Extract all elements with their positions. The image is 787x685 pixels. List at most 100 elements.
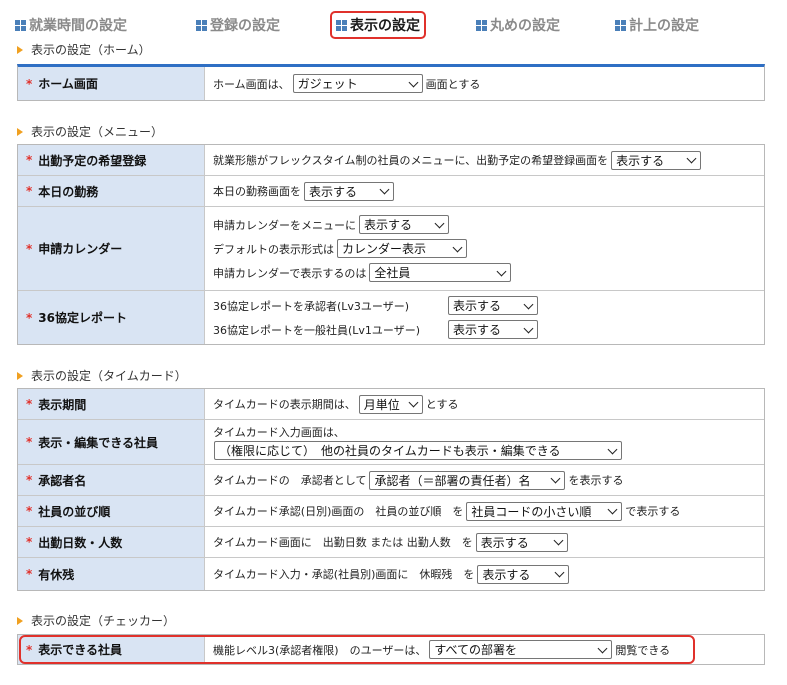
grid-icon bbox=[196, 19, 207, 31]
period-select[interactable]: 月単位 bbox=[358, 394, 423, 414]
required-mark: * bbox=[26, 535, 33, 549]
section-heading-home: 表示の設定（ホーム） bbox=[17, 41, 151, 58]
editable-select[interactable]: （権限に応じて） 他の社員のタイムカードも表示・編集できる bbox=[214, 441, 622, 460]
checker-settings-table: * 表示できる社員 機能レベル3(承認者権限) のユーザーは、 すべての部署を 閲… bbox=[17, 634, 765, 665]
desired-registration-select[interactable]: 表示する bbox=[611, 150, 702, 170]
row-label: * ホーム画面 bbox=[18, 67, 205, 100]
tab-label: 就業時間の設定 bbox=[29, 18, 127, 34]
calendar-menu-select[interactable]: 表示する bbox=[359, 215, 449, 234]
row-label-text: 出勤日数・人数 bbox=[38, 535, 123, 550]
row-label-text: 有休残 bbox=[38, 567, 75, 582]
tab-rounding[interactable]: 丸めの設定 bbox=[476, 12, 560, 38]
timecard-settings-table: * 表示期間 タイムカードの表示期間は、 月単位 とする * 表示・編集できる社員 … bbox=[17, 388, 765, 591]
setting-text: タイムカード承認(日別)画面の 社員の並び順 を bbox=[213, 505, 464, 518]
settings-tab-bar: 就業時間の設定 登録の設定 表示の設定 丸めの設定 計上の設定 bbox=[0, 0, 787, 44]
calendar-scope-select[interactable]: 全社員 bbox=[369, 263, 512, 282]
triangle-right-icon bbox=[17, 371, 23, 380]
chevron-down-icon bbox=[554, 567, 565, 578]
grid-icon bbox=[336, 19, 347, 31]
row-value: タイムカード入力画面は、 （権限に応じて） 他の社員のタイムカードも表示・編集で… bbox=[205, 420, 764, 464]
setting-text: 本日の勤務画面を bbox=[213, 185, 301, 198]
select-value: 表示する bbox=[309, 184, 358, 199]
select-value: 表示する bbox=[482, 567, 531, 582]
chevron-down-icon bbox=[408, 397, 419, 408]
row-label-text: 36協定レポート bbox=[38, 311, 127, 325]
row-label-text: 本日の勤務 bbox=[38, 184, 99, 199]
setting-text: 申請カレンダーをメニューに bbox=[213, 218, 356, 232]
select-value: 社員コードの小さい順 bbox=[471, 504, 592, 519]
required-mark: * bbox=[26, 310, 33, 325]
setting-text: を表示する bbox=[568, 474, 624, 487]
tab-label: 丸めの設定 bbox=[490, 18, 560, 34]
row-label: * 出勤予定の希望登録 bbox=[18, 145, 205, 175]
chevron-down-icon bbox=[523, 299, 534, 309]
row-label-text: 出勤予定の希望登録 bbox=[38, 153, 147, 168]
setting-row-period: * 表示期間 タイムカードの表示期間は、 月単位 とする bbox=[18, 389, 764, 420]
section-heading-text: 表示の設定（ホーム） bbox=[31, 43, 151, 57]
chevron-down-icon bbox=[379, 184, 390, 195]
select-value: ガジェット bbox=[297, 77, 358, 91]
setting-row-approver-name: * 承認者名 タイムカードの 承認者として 承認者（＝部署の責任者）名 を表示する bbox=[18, 465, 764, 496]
row-value: 就業形態がフレックスタイム制の社員のメニューに、出勤予定の希望登録画面を 表示す… bbox=[205, 145, 764, 175]
tab-registration[interactable]: 登録の設定 bbox=[196, 12, 280, 38]
row-value: タイムカード入力・承認(社員別)画面に 休暇残 を 表示する bbox=[205, 558, 764, 590]
select-value: すべての部署を bbox=[434, 643, 518, 657]
row-label: * 本日の勤務 bbox=[18, 176, 205, 206]
setting-text: 36協定レポートを承認者(Lv3ユーザー) bbox=[213, 299, 409, 313]
calendar-format-select[interactable]: カレンダー表示 bbox=[337, 239, 467, 258]
setting-row-work-days: * 出勤日数・人数 タイムカード画面に 出勤日数 または 出勤人数 を 表示する bbox=[18, 527, 764, 558]
sort-order-select[interactable]: 社員コードの小さい順 bbox=[466, 501, 623, 521]
tab-display[interactable]: 表示の設定 bbox=[330, 11, 426, 39]
row-label: * 表示できる社員 bbox=[18, 635, 205, 664]
section-heading-text: 表示の設定（タイムカード） bbox=[31, 369, 187, 383]
select-value: カレンダー表示 bbox=[342, 242, 427, 256]
home-settings-table: * ホーム画面 ホーム画面は、 ガジェット 画面とする bbox=[17, 64, 765, 101]
setting-text: とする bbox=[425, 398, 459, 411]
required-mark: * bbox=[26, 397, 33, 411]
required-mark: * bbox=[26, 153, 33, 167]
section-heading-checker: 表示の設定（チェッカー） bbox=[17, 612, 175, 629]
select-value: 表示する bbox=[616, 153, 665, 168]
row-value: 36協定レポートを承認者(Lv3ユーザー) 表示する 36協定レポートを一般社員… bbox=[205, 291, 764, 344]
row-value: タイムカード画面に 出勤日数 または 出勤人数 を 表示する bbox=[205, 527, 764, 557]
row-label-text: 表示・編集できる社員 bbox=[38, 435, 159, 450]
row-value: タイムカードの 承認者として 承認者（＝部署の責任者）名 を表示する bbox=[205, 465, 764, 495]
row-value: ホーム画面は、 ガジェット 画面とする bbox=[205, 67, 764, 100]
setting-text: で表示する bbox=[625, 505, 681, 518]
chevron-down-icon bbox=[686, 153, 697, 164]
setting-text: 画面とする bbox=[425, 77, 481, 91]
required-mark: * bbox=[26, 241, 33, 256]
home-screen-select[interactable]: ガジェット bbox=[292, 74, 423, 93]
chevron-down-icon bbox=[408, 77, 419, 87]
chevron-down-icon bbox=[452, 242, 463, 252]
triangle-right-icon bbox=[17, 45, 23, 54]
viewable-employees-select[interactable]: すべての部署を bbox=[429, 640, 613, 659]
select-value: 表示する bbox=[453, 299, 502, 313]
triangle-right-icon bbox=[17, 616, 23, 625]
today-work-select[interactable]: 表示する bbox=[304, 181, 394, 201]
select-value: 表示する bbox=[364, 218, 413, 232]
section-heading-text: 表示の設定（メニュー） bbox=[31, 125, 164, 139]
approver-name-select[interactable]: 承認者（＝部署の責任者）名 bbox=[369, 470, 566, 490]
select-value: （権限に応じて） 他の社員のタイムカードも表示・編集できる bbox=[219, 444, 561, 458]
triangle-right-icon bbox=[17, 127, 23, 136]
row-label: * 承認者名 bbox=[18, 465, 205, 495]
chevron-down-icon bbox=[597, 643, 608, 653]
row-label: * 有休残 bbox=[18, 558, 205, 590]
paid-leave-select[interactable]: 表示する bbox=[477, 564, 570, 584]
chevron-down-icon bbox=[523, 323, 534, 333]
setting-text: タイムカードの 承認者として bbox=[213, 474, 367, 487]
tab-accounting[interactable]: 計上の設定 bbox=[615, 12, 699, 38]
row-value: タイムカードの表示期間は、 月単位 とする bbox=[205, 389, 764, 419]
setting-text: 就業形態がフレックスタイム制の社員のメニューに、出勤予定の希望登録画面を bbox=[213, 154, 609, 167]
menu-settings-table: * 出勤予定の希望登録 就業形態がフレックスタイム制の社員のメニューに、出勤予定の… bbox=[17, 144, 765, 345]
chevron-down-icon bbox=[496, 266, 507, 276]
chevron-down-icon bbox=[607, 504, 618, 515]
agreement36-approver-select[interactable]: 表示する bbox=[448, 296, 538, 315]
setting-text: 36協定レポートを一般社員(Lv1ユーザー) bbox=[213, 323, 420, 337]
tab-work-hours[interactable]: 就業時間の設定 bbox=[15, 12, 127, 38]
agreement36-employee-select[interactable]: 表示する bbox=[448, 320, 538, 339]
grid-icon bbox=[476, 19, 487, 31]
required-mark: * bbox=[26, 567, 33, 581]
work-days-select[interactable]: 表示する bbox=[475, 532, 568, 552]
